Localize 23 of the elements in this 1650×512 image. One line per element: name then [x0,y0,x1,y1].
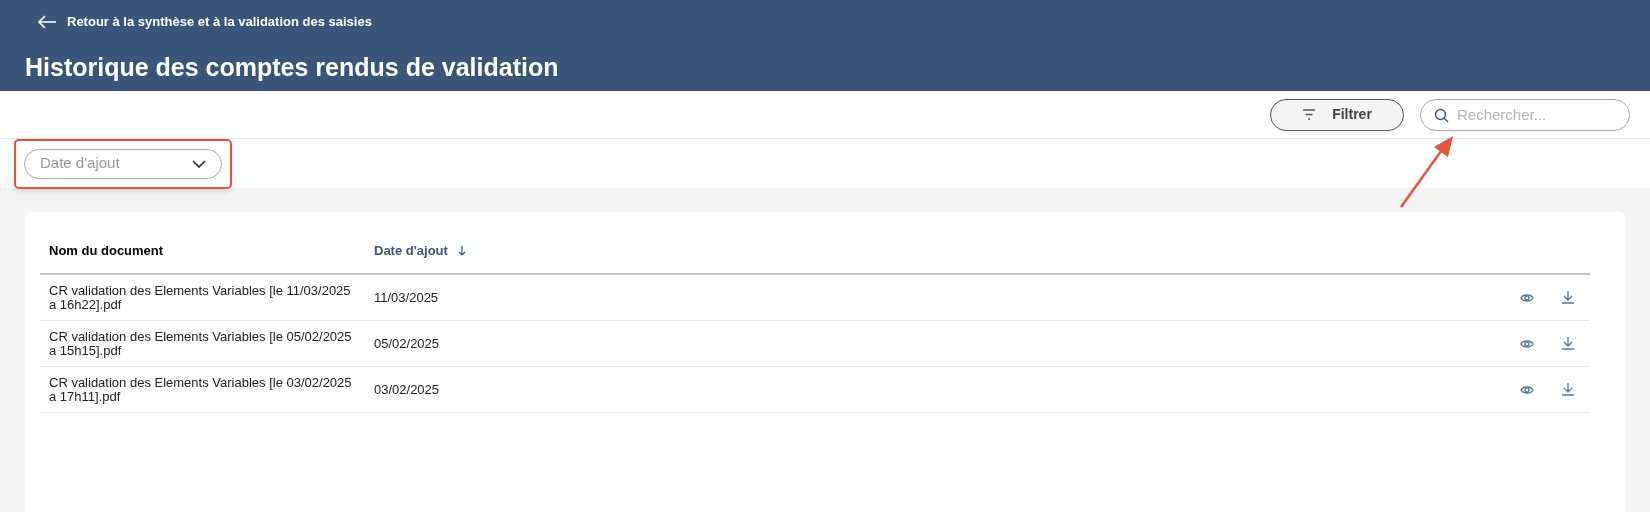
table-cell-text: 03/02/2025 [373,380,441,399]
chevron-down-icon [192,159,206,168]
eye-icon[interactable] [1520,338,1534,349]
eye-icon[interactable] [1520,292,1534,303]
table-cell-text: 05/02/2025 [373,334,441,353]
filter-icon [1302,109,1317,120]
search-icon [1434,107,1449,123]
table-cell-text: 11/03/2025 [373,288,440,307]
back-link[interactable]: Retour à la synthèse et à la validation des saisies [37,12,1625,32]
table-cell-text: CR validation des Elements Variables [le 05/02/2025 a 15h15].pdf [48,329,353,358]
column-header[interactable]: Date d'ajout [365,240,475,261]
table-cell-text: CR validation des Elements Variables [le 11/03/2025 a 16h22].pdf [48,283,352,312]
download-icon[interactable] [1562,291,1574,304]
download-icon[interactable] [1562,337,1574,350]
sort-arrow-icon [457,245,466,256]
eye-icon[interactable] [1520,384,1534,395]
column-header[interactable]: Nom du document [40,240,365,261]
filter-button[interactable]: Filtrer [1270,98,1404,131]
back-arrow-icon [37,13,57,30]
table-cell-text: CR validation des Elements Variables [le 03/02/2025 a 17h11].pdf [48,375,353,404]
download-icon[interactable] [1562,383,1574,396]
search-field[interactable]: Rechercher... [1420,98,1630,131]
page-title: Historique des comptes rendus de validation [25,51,560,83]
